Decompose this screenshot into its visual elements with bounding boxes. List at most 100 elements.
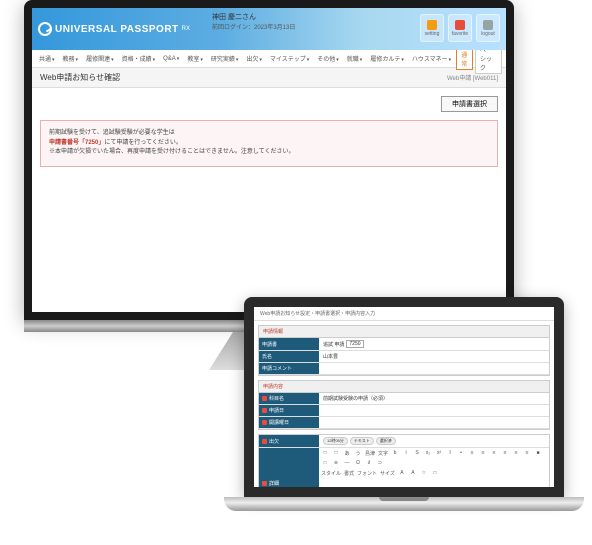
nav-kyoshitsu[interactable]: 教室 [184,54,206,63]
user-last-login: 前回ログイン：2023年3月13日 [212,22,295,31]
nav-kyomu[interactable]: 教務 [60,54,82,63]
editor-toolbar-2: スタイル 書式 フォント サイズ A A ☆ □ [319,468,549,479]
tb-outdent-icon[interactable]: ≡ [512,450,520,457]
nav-qa[interactable]: Q&A [160,56,182,62]
notice-line3: ※本申請が欠損でいた場合、再度申請を受け付けることはできません。注意してください… [49,148,489,158]
tb-paste-icon[interactable]: 島津 [365,450,375,457]
tb-color-icon[interactable]: A [398,470,406,477]
nav-house[interactable]: ハウスマネー [409,54,454,63]
tb-justify-icon[interactable]: ≡ [501,450,509,457]
label-weekday: 開講曜日 [259,417,319,428]
logout-icon [483,20,493,30]
tb-omega-icon[interactable]: Ω [354,460,362,466]
tb-align-right-icon[interactable]: ≡ [490,450,498,457]
view-normal-button[interactable]: 通常 [456,48,473,70]
tb-sup-icon[interactable]: x² [435,450,443,457]
tb-strike-icon[interactable]: S [413,450,421,457]
notice-highlight: 申請書番号「7250」 [49,140,104,146]
heart-icon [455,20,465,30]
section-head-1: 申請情報 [259,326,549,338]
tb-copy-icon[interactable]: う [354,450,362,457]
nav-shikaku[interactable]: 資格・成績 [119,54,159,63]
row-subject: 科目名 前期試験受験の申請（必須） [259,393,549,405]
tb-align-center-icon[interactable]: ≡ [479,450,487,457]
value-application-form: 追試 申請 7250 [319,338,549,350]
row-weekday: 開講曜日 [259,417,549,429]
tb-hr-icon[interactable]: — [343,460,351,466]
tb-char-icon[interactable]: 文字 [378,450,388,457]
required-icon [262,408,267,413]
notice-box: 前期試験を受けて、追試験受験が必要な学生は 申請書番号「7250」にて申請を行っ… [40,120,498,167]
content-area: 申請書選択 前期試験を受けて、追試験受験が必要な学生は 申請書番号「7250」に… [32,88,506,312]
app-logo[interactable]: UNIVERSAL PASSPORT RX [38,22,190,36]
tb-align-left-icon[interactable]: ≡ [468,450,476,457]
required-icon [262,439,267,444]
tb-size-select[interactable]: サイズ [380,470,395,477]
tb-font-select[interactable]: フォント [357,470,377,477]
tb-partial-icon[interactable]: ∂ [365,460,373,466]
nav-karte[interactable]: 履修カルテ [367,54,407,63]
attendance-pills: 12時05分 テキスト 選択済 [323,437,396,445]
tb-italic-icon[interactable]: i [402,450,410,457]
label-date: 申請日 [259,405,319,416]
section-details: 出欠 12時05分 テキスト 選択済 詳細 □ □ [258,434,550,487]
application-number-select[interactable]: 7250 [346,340,363,348]
required-icon [262,396,267,401]
tb-cut-icon[interactable]: あ [343,450,351,457]
tb-template-icon[interactable]: □ [332,450,340,457]
section-application-info: 申請情報 申請書 追試 申請 7250 氏名 山本豊 申請コメント [258,325,550,376]
value-weekday[interactable] [319,417,549,428]
monitor-screen: UNIVERSAL PASSPORT RX 神田 慶二さん 前回ログイン：202… [32,8,506,312]
select-application-button[interactable]: 申請書選択 [441,96,498,112]
app-header: UNIVERSAL PASSPORT RX 神田 慶二さん 前回ログイン：202… [32,8,506,50]
breadcrumb[interactable]: Web申請お知らせ設定・申請書選択・申請内容入力 [254,307,554,321]
nav-shushoku[interactable]: 就職 [344,54,366,63]
tb-bgcolor-icon[interactable]: A [409,470,417,477]
value-date[interactable] [319,405,549,416]
setting-button[interactable]: setting [420,14,444,42]
tb-image-icon[interactable]: ■ [534,450,542,457]
tb-max-icon[interactable]: □ [431,470,439,477]
tb-bullet-icon[interactable]: • [457,450,465,457]
nav-rishu[interactable]: 履修関連 [83,54,117,63]
row-application-form: 申請書 追試 申請 7250 [259,338,549,351]
tb-format-select[interactable]: 書式 [344,470,354,477]
logo-icon [38,22,52,36]
nav-kenkyu[interactable]: 研究実績 [208,54,242,63]
required-icon [262,420,267,425]
pill-text[interactable]: テキスト [350,437,374,445]
label-detail: 詳細 [259,448,319,487]
gear-icon [427,20,437,30]
tb-indent-icon[interactable]: ≡ [523,450,531,457]
page-title-bar: Web申請お知らせ確認 Web申請 [Web011] [32,68,506,88]
logo-text: UNIVERSAL PASSPORT [55,24,179,35]
monitor-bezel: UNIVERSAL PASSPORT RX 神田 慶二さん 前回ログイン：202… [24,0,514,320]
tb-special-icon[interactable]: ※ [332,460,340,466]
tb-sub-icon[interactable]: x₂ [424,450,432,457]
row-comment: 申請コメント [259,363,549,375]
nav-shukketsu[interactable]: 出欠 [243,54,265,63]
pill-selected[interactable]: 選択済 [376,437,396,445]
required-icon [262,481,267,486]
tb-source-icon[interactable]: □ [321,450,329,457]
row-date: 申請日 [259,405,549,417]
label-comment: 申請コメント [259,363,319,374]
tb-bold-icon[interactable]: b [391,450,399,457]
pill-time[interactable]: 12時05分 [323,437,348,445]
tb-star-icon[interactable]: ☆ [420,470,428,477]
tb-style-select[interactable]: スタイル [321,470,341,477]
logout-button[interactable]: logout [476,14,500,42]
tb-superset-icon[interactable]: ⊃ [376,460,384,466]
user-name: 神田 慶二さん [212,12,295,22]
tb-remove-icon[interactable]: I [446,450,454,457]
nav-common[interactable]: 共通 [36,54,58,63]
favorite-button[interactable]: favorite [448,14,472,42]
nav-other[interactable]: その他 [314,54,342,63]
tb-table-icon[interactable]: □ [321,460,329,466]
value-comment[interactable] [319,363,549,374]
label-name: 氏名 [259,351,319,362]
rich-text-editor[interactable] [319,479,549,487]
nav-mystep[interactable]: マイステップ [267,54,312,63]
value-subject[interactable]: 前期試験受験の申請（必須） [319,393,549,404]
editor-toolbar: □ □ あ う 島津 文字 b i S x₂ x² I • [319,448,549,468]
